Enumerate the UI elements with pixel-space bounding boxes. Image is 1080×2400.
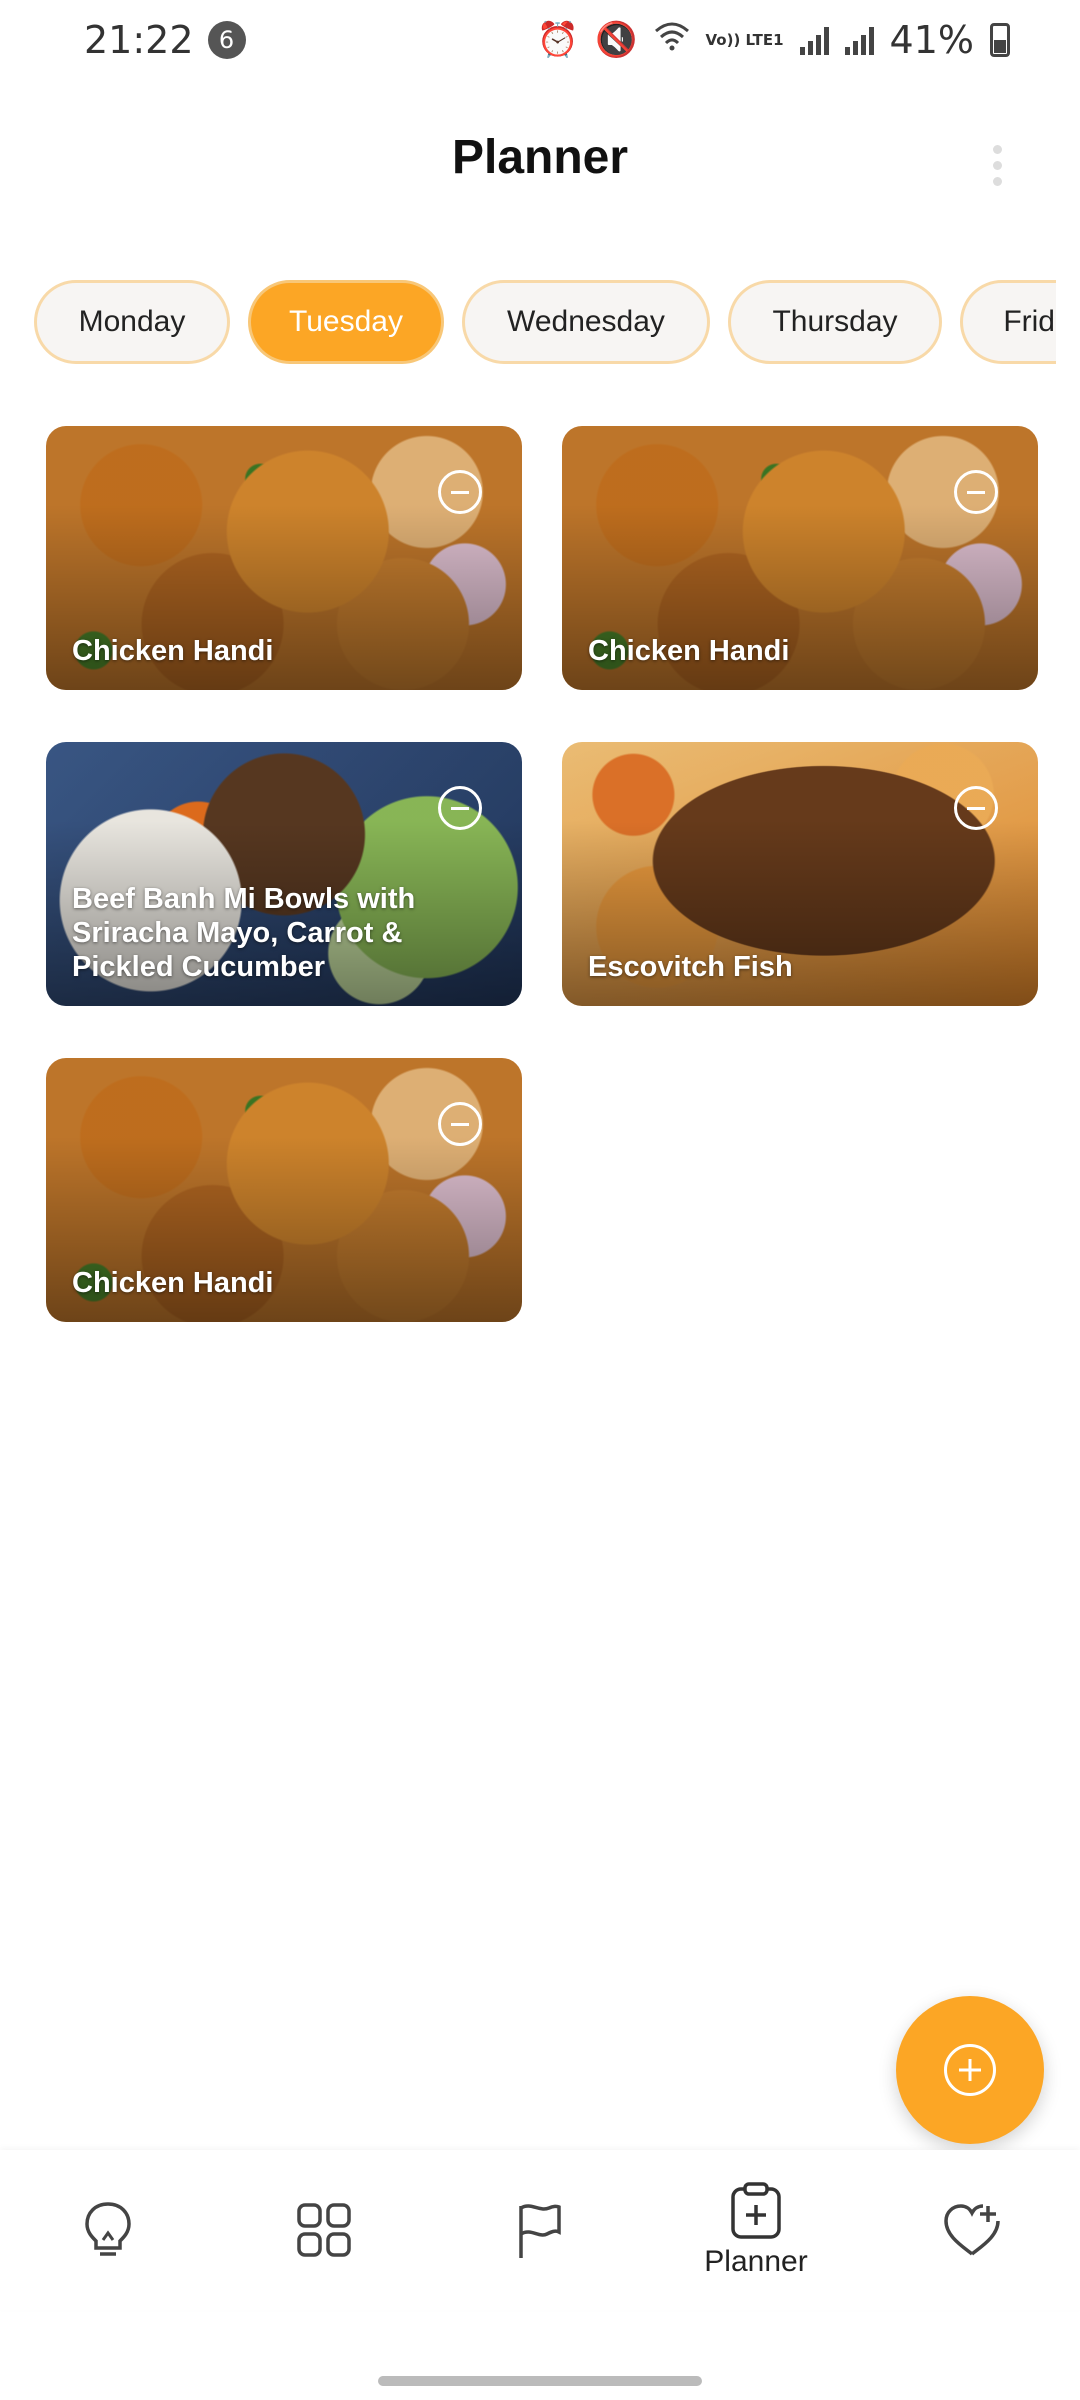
status-time: 21:22: [84, 18, 194, 62]
bottom-navigation: Planner: [0, 2150, 1080, 2310]
recipe-card[interactable]: Chicken Handi: [46, 1058, 522, 1322]
recipe-title: Chicken Handi: [72, 1267, 274, 1299]
notification-count-badge: 6: [207, 21, 246, 59]
lte-indicator: Vo)) LTE1: [705, 30, 784, 49]
remove-icon[interactable]: [438, 786, 482, 830]
page-title: Planner: [451, 131, 629, 184]
nav-favorites[interactable]: [864, 2150, 1080, 2310]
nav-planner[interactable]: Planner: [648, 2150, 864, 2310]
status-bar: 21:22 6 ⏰ 🔇 Vo)) LTE1 41%: [0, 0, 1080, 80]
remove-icon[interactable]: [438, 1102, 482, 1146]
recipe-card[interactable]: Escovitch Fish: [562, 742, 1038, 1006]
recipe-title: Chicken Handi: [588, 635, 790, 667]
tab-friday[interactable]: Friday: [960, 280, 1056, 364]
grid-icon: [297, 2203, 351, 2257]
recipe-title: Chicken Handi: [72, 635, 274, 667]
remove-icon[interactable]: [438, 470, 482, 514]
battery-percent: 41%: [889, 18, 974, 62]
recipe-card[interactable]: Chicken Handi: [562, 426, 1038, 690]
clipboard-plus-icon: [731, 2182, 781, 2239]
wifi-icon: [654, 20, 690, 60]
day-tabs[interactable]: Monday Tuesday Wednesday Thursday Friday: [0, 280, 1056, 366]
nav-goals[interactable]: [432, 2150, 648, 2310]
battery-icon: [990, 23, 1010, 57]
recipe-card[interactable]: Chicken Handi: [46, 426, 522, 690]
mute-icon: 🔇: [595, 20, 638, 60]
nav-planner-label: Planner: [704, 2245, 808, 2278]
remove-icon[interactable]: [954, 470, 998, 514]
status-time-group: 21:22 6: [84, 18, 246, 62]
heart-plus-icon: [944, 2204, 1000, 2256]
home-indicator[interactable]: [378, 2376, 702, 2386]
signal-icon: [799, 25, 829, 55]
more-options-icon[interactable]: [992, 145, 1002, 186]
alarm-icon: ⏰: [536, 20, 580, 60]
signal-icon-2: [844, 25, 874, 55]
nav-categories[interactable]: [216, 2150, 432, 2310]
tab-thursday[interactable]: Thursday: [728, 280, 942, 364]
recipe-card[interactable]: Beef Banh Mi Bowls with Sriracha Mayo, C…: [46, 742, 522, 1006]
recipe-title: Beef Banh Mi Bowls with Sriracha Mayo, C…: [72, 883, 416, 983]
lightbulb-icon: [85, 2202, 131, 2256]
recipe-title: Escovitch Fish: [588, 951, 793, 983]
tab-tuesday[interactable]: Tuesday: [248, 280, 444, 364]
plus-icon: [944, 2044, 996, 2096]
tab-wednesday[interactable]: Wednesday: [462, 280, 710, 364]
add-recipe-button[interactable]: [896, 1996, 1044, 2144]
tab-monday[interactable]: Monday: [34, 280, 230, 364]
flag-icon: [519, 2204, 561, 2258]
nav-ideas[interactable]: [0, 2150, 216, 2310]
status-icons: ⏰ 🔇 Vo)) LTE1 41%: [537, 18, 1010, 62]
remove-icon[interactable]: [954, 786, 998, 830]
